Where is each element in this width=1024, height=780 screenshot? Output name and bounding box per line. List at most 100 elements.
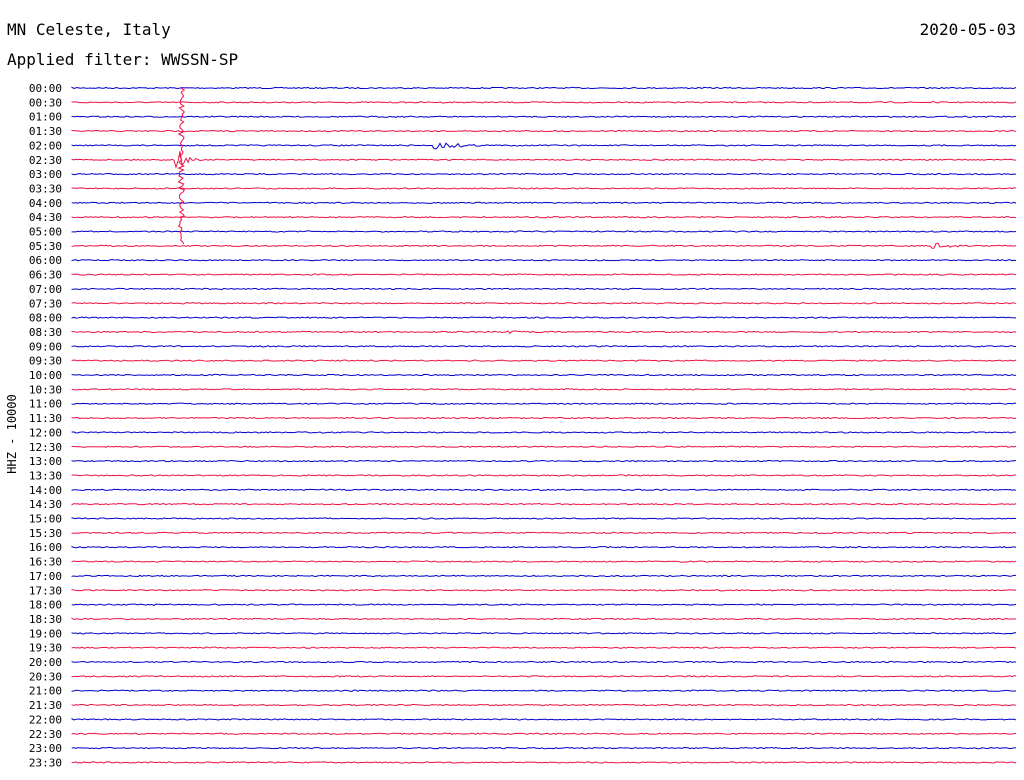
time-tick-label: 15:00	[29, 513, 62, 526]
time-tick-label: 13:30	[29, 469, 62, 482]
time-tick-label: 16:30	[29, 556, 62, 569]
trace-line	[71, 488, 1017, 491]
trace-line	[71, 517, 1017, 520]
time-tick-label: 07:30	[29, 297, 62, 310]
station-title: MN Celeste, Italy	[7, 20, 171, 39]
date-label: 2020-05-03	[919, 20, 1016, 39]
trace-line	[71, 345, 1017, 348]
trace-line	[71, 718, 1017, 721]
trace-line	[71, 646, 1017, 649]
trace-line	[71, 259, 1017, 262]
time-tick-label: 05:30	[29, 240, 62, 253]
trace-line	[71, 474, 1017, 477]
trace-line	[71, 589, 1017, 592]
trace-line	[71, 151, 1017, 169]
time-tick-label: 19:30	[29, 642, 62, 655]
trace-line	[71, 287, 1017, 291]
trace-line	[71, 216, 1017, 219]
trace-line	[71, 86, 1017, 90]
trace-line	[71, 560, 1017, 563]
time-tick-label: 04:30	[29, 211, 62, 224]
trace-line	[71, 732, 1017, 735]
time-tick-label: 09:30	[29, 355, 62, 368]
time-tick-label: 23:30	[29, 756, 62, 769]
trace-line	[71, 373, 1017, 377]
time-tick-label: 15:30	[29, 527, 62, 540]
trace-line	[71, 603, 1017, 607]
seismic-traces	[71, 86, 1017, 764]
trace-line	[71, 545, 1017, 549]
time-tick-label: 14:30	[29, 498, 62, 511]
trace-line	[71, 574, 1017, 578]
time-tick-label: 04:00	[29, 197, 62, 210]
time-tick-label: 06:00	[29, 254, 62, 267]
trace-line	[71, 660, 1017, 664]
time-tick-label: 02:30	[29, 154, 62, 167]
time-tick-label: 16:00	[29, 541, 62, 554]
filter-label: Applied filter: WWSSN-SP	[7, 50, 239, 69]
time-tick-label: 12:00	[29, 426, 62, 439]
time-tick-label: 20:30	[29, 670, 62, 683]
time-tick-label: 06:30	[29, 269, 62, 282]
time-tick-label: 11:30	[29, 412, 62, 425]
time-tick-label: 02:00	[29, 139, 62, 152]
helicorder-plot: 00:0000:30 01:0001:3002:00 02:3003:0003:30…	[29, 82, 1017, 769]
time-tick-label: 03:30	[29, 182, 62, 195]
trace-line	[71, 445, 1017, 448]
trace-line	[71, 230, 1017, 233]
trace-line	[71, 129, 1017, 133]
trace-line	[71, 416, 1017, 420]
time-tick-label: 19:00	[29, 627, 62, 640]
time-tick-label: 12:30	[29, 441, 62, 454]
trace-line	[71, 316, 1017, 319]
time-tick-label: 09:00	[29, 340, 62, 353]
time-tick-label: 08:00	[29, 312, 62, 325]
time-tick-label: 20:00	[29, 656, 62, 669]
time-tick-label: 01:00	[29, 111, 62, 124]
trace-line	[71, 459, 1017, 463]
trace-line	[71, 115, 1017, 118]
trace-line	[71, 531, 1017, 534]
time-tick-label: 11:00	[29, 398, 62, 411]
time-tick-label: 13:00	[29, 455, 62, 468]
time-labels: 00:0000:30 01:0001:3002:00 02:3003:0003:30…	[29, 82, 62, 769]
trace-line	[71, 675, 1017, 678]
trace-line	[71, 142, 1017, 150]
time-tick-label: 14:00	[29, 484, 62, 497]
trace-line	[71, 273, 1017, 276]
time-tick-label: 21:00	[29, 685, 62, 698]
time-tick-label: 18:30	[29, 613, 62, 626]
trace-line	[71, 359, 1017, 362]
trace-line	[71, 632, 1017, 635]
trace-line	[71, 617, 1017, 621]
trace-line	[71, 431, 1017, 434]
trace-line	[71, 101, 1017, 104]
trace-line	[71, 388, 1017, 391]
y-axis-label: HHZ - 10000	[5, 394, 19, 474]
time-tick-label: 22:30	[29, 728, 62, 741]
time-tick-label: 01:30	[29, 125, 62, 138]
time-tick-label: 10:00	[29, 369, 62, 382]
time-tick-label: 17:00	[29, 570, 62, 583]
trace-line	[71, 302, 1017, 305]
trace-line	[71, 201, 1017, 204]
time-tick-label: 21:30	[29, 699, 62, 712]
time-tick-label: 17:30	[29, 584, 62, 597]
time-tick-label: 05:00	[29, 226, 62, 239]
trace-line	[71, 689, 1017, 692]
trace-line	[71, 172, 1017, 176]
time-tick-label: 18:00	[29, 599, 62, 612]
time-tick-label: 08:30	[29, 326, 62, 339]
time-tick-label: 10:30	[29, 383, 62, 396]
trace-line	[71, 330, 1017, 335]
time-tick-label: 00:00	[29, 82, 62, 95]
trace-line	[71, 703, 1017, 707]
time-tick-label: 07:00	[29, 283, 62, 296]
trace-line	[71, 242, 1017, 249]
trace-line	[71, 402, 1017, 405]
trace-line	[71, 761, 1017, 764]
time-tick-label: 03:00	[29, 168, 62, 181]
trace-line	[71, 746, 1016, 750]
time-tick-label: 00:30	[29, 96, 62, 109]
trace-line	[71, 503, 1017, 506]
